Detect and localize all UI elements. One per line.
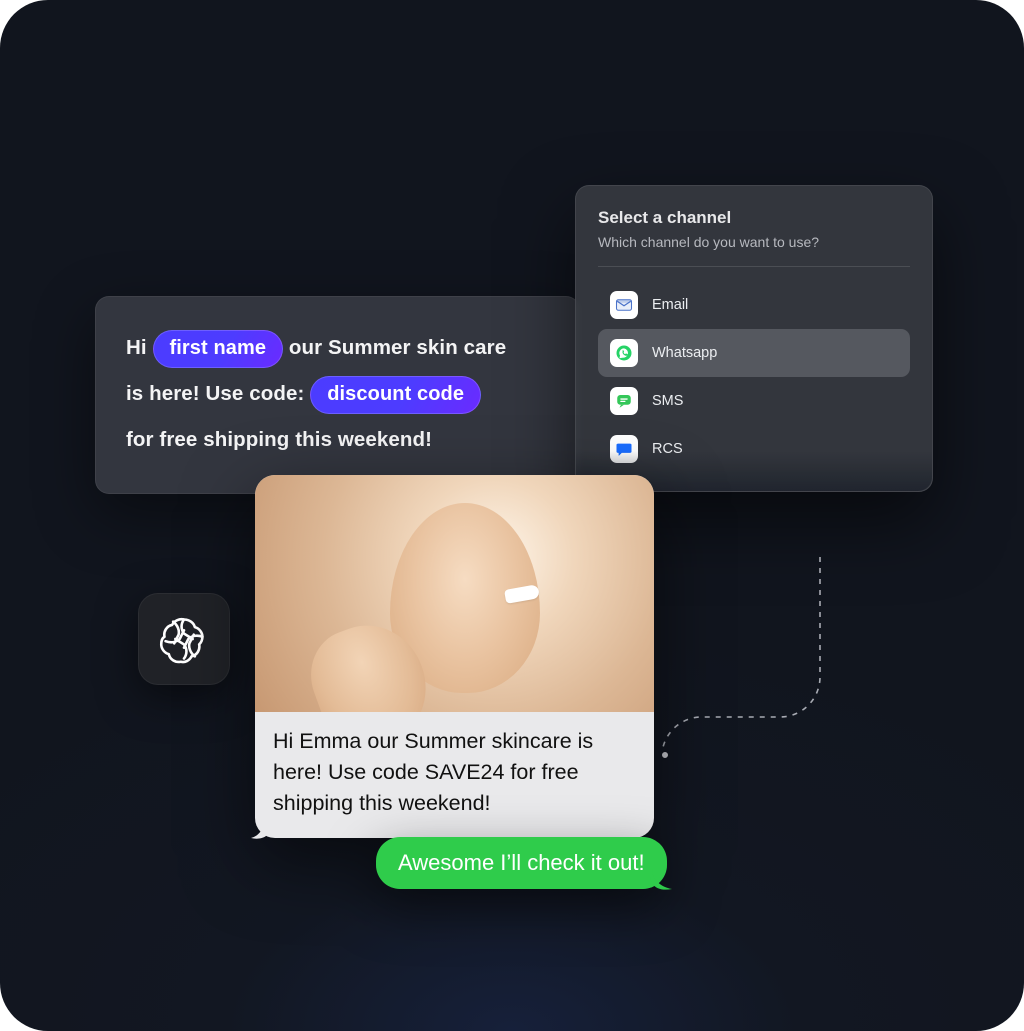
connector-endpoint [660,750,670,760]
channel-option-rcs[interactable]: RCS [598,425,910,473]
channel-label: Email [652,297,688,313]
email-icon [610,291,638,319]
reply-message-text: Awesome I’ll check it out! [398,850,645,875]
channel-label: RCS [652,441,683,457]
message-photo [255,475,654,712]
variable-chip-discount-code[interactable]: discount code [310,376,481,414]
openai-logo-icon [138,593,230,685]
channel-selector-panel: Select a channel Which channel do you wa… [575,185,933,492]
whatsapp-icon [610,339,638,367]
channel-label: SMS [652,393,683,409]
template-text: is here! Use code: [126,382,304,405]
panel-title: Select a channel [598,208,910,228]
template-text: for free shipping this weekend! [126,428,432,451]
channel-option-whatsapp[interactable]: Whatsapp [598,329,910,377]
template-text: Hi [126,336,147,359]
channel-option-sms[interactable]: SMS [598,377,910,425]
message-template-card: Hi first name our Summer skin care is he… [95,296,580,494]
delivered-message-bubble: Hi Emma our Summer skincare is here! Use… [255,475,654,838]
rcs-icon [610,435,638,463]
template-text: our Summer skin care [289,336,506,359]
scene-canvas: Hi first name our Summer skin care is he… [0,0,1024,1031]
sms-icon [610,387,638,415]
bubble-tail-icon [251,818,273,840]
channel-label: Whatsapp [652,345,717,361]
reply-message-bubble: Awesome I’ll check it out! [376,837,667,889]
channel-option-email[interactable]: Email [598,281,910,329]
panel-subtitle: Which channel do you want to use? [598,234,910,267]
connector-line [660,557,850,757]
delivered-message-text: Hi Emma our Summer skincare is here! Use… [255,712,654,838]
bubble-tail-icon [650,869,672,891]
variable-chip-first-name[interactable]: first name [153,330,284,368]
